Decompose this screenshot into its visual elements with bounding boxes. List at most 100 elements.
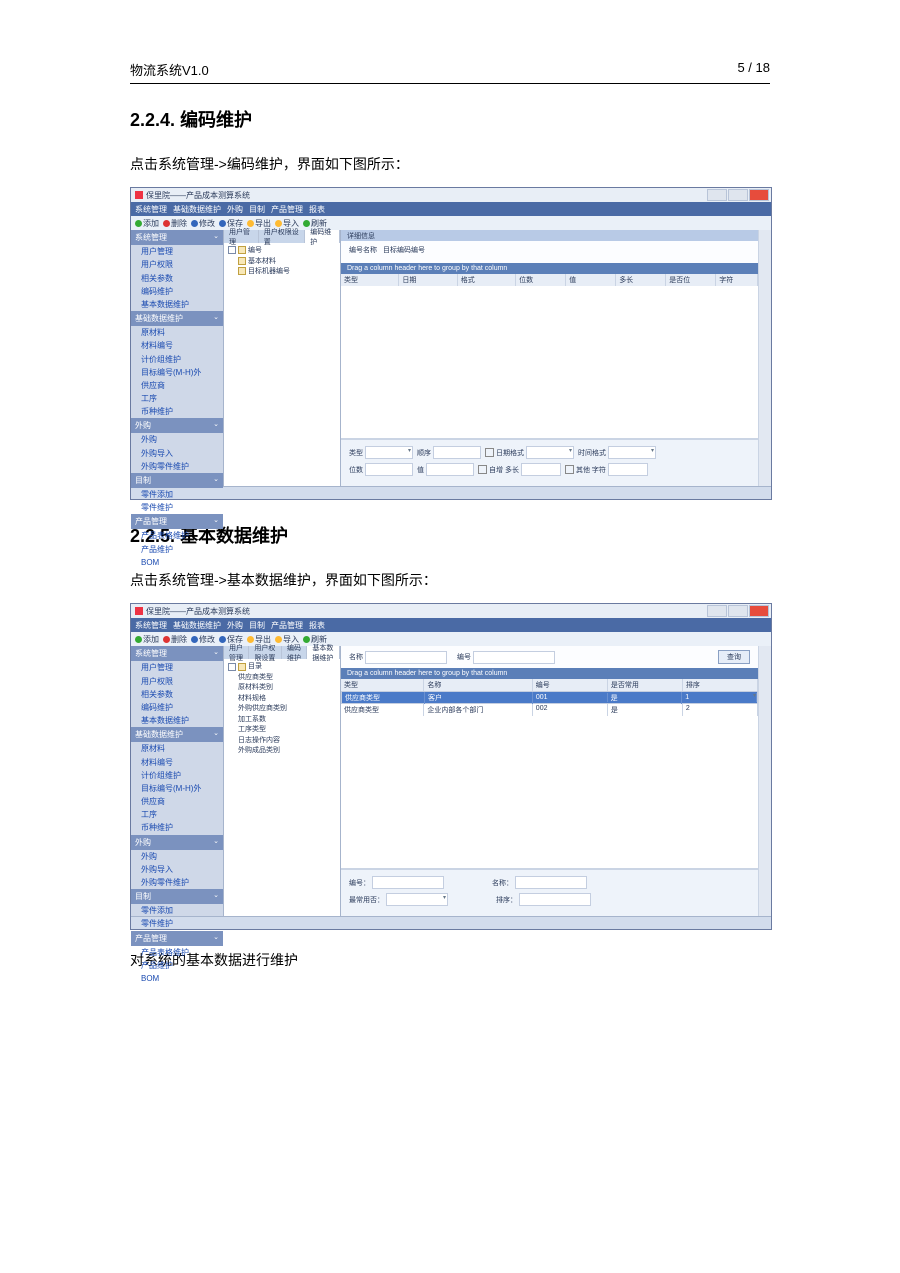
nav-item[interactable]: 外购	[131, 850, 223, 863]
min-button[interactable]	[707, 189, 727, 201]
menu-item[interactable]: 目制	[249, 204, 265, 215]
max-button[interactable]	[728, 605, 748, 617]
max-button[interactable]	[728, 189, 748, 201]
nav-item[interactable]: 产品维护	[131, 959, 223, 972]
checkbox[interactable]	[478, 465, 487, 474]
tree-node[interactable]: 供应商类型	[228, 673, 336, 684]
tree-root[interactable]: 目录	[228, 662, 336, 673]
nav-item[interactable]: 目标编号(M-H)外	[131, 782, 223, 795]
nav-item[interactable]: 用户权限	[131, 675, 223, 688]
col-header[interactable]: 是否常用	[608, 679, 683, 691]
nav-item[interactable]: 计价组维护	[131, 769, 223, 782]
nav-item[interactable]: 产品表格维护	[131, 529, 223, 542]
tree-node[interactable]: 工序类型	[228, 725, 336, 736]
autolen-input[interactable]	[521, 463, 561, 476]
nav-item[interactable]: 原材料	[131, 326, 223, 339]
nav-group-header[interactable]: 外购⌄	[131, 835, 223, 850]
col-header[interactable]: 名称	[424, 679, 532, 691]
tree-node[interactable]: 加工系数	[228, 715, 336, 726]
col-header[interactable]: 字符	[716, 274, 758, 286]
nav-group-header[interactable]: 系统管理⌄	[131, 646, 223, 661]
otherchar-input[interactable]	[608, 463, 648, 476]
form-no-input[interactable]	[372, 876, 444, 889]
nav-group-header[interactable]: 目制⌄	[131, 473, 223, 488]
table-row-selected[interactable]: 供应商类型 客户 001 是 1	[341, 691, 758, 704]
menu-item[interactable]: 产品管理	[271, 620, 303, 631]
menu-item[interactable]: 系统管理	[135, 204, 167, 215]
table-row[interactable]: 供应商类型 企业内部各个部门 002 是 2	[341, 704, 758, 716]
nav-item[interactable]: 相关参数	[131, 688, 223, 701]
nav-item[interactable]: 零件添加	[131, 904, 223, 917]
nav-item[interactable]: 供应商	[131, 379, 223, 392]
tab[interactable]: 用户权限设置	[249, 646, 282, 659]
tree-root[interactable]: 编号	[228, 246, 336, 257]
edit-button[interactable]: 修改	[191, 218, 215, 229]
nav-group-header[interactable]: 产品管理⌄	[131, 931, 223, 946]
no-input[interactable]	[473, 651, 555, 664]
tab[interactable]: 用户管理	[224, 646, 249, 659]
nav-group-header[interactable]: 目制⌄	[131, 889, 223, 904]
col-header[interactable]: 位数	[516, 274, 566, 286]
nav-group-header[interactable]: 产品管理⌄	[131, 514, 223, 529]
nav-item[interactable]: BOM	[131, 556, 223, 569]
delete-button[interactable]: 删除	[163, 634, 187, 645]
nav-item[interactable]: 供应商	[131, 795, 223, 808]
nav-item[interactable]: 用户管理	[131, 245, 223, 258]
tree-node[interactable]: 基本材料	[228, 257, 336, 268]
nav-item[interactable]: 基本数据维护	[131, 298, 223, 311]
tree-node[interactable]: 外购供应商类别	[228, 704, 336, 715]
tree-node[interactable]: 原材料类别	[228, 683, 336, 694]
nav-item[interactable]: 外购	[131, 433, 223, 446]
form-name-input[interactable]	[515, 876, 587, 889]
timefmt-select[interactable]	[608, 446, 656, 459]
seq-input[interactable]	[433, 446, 481, 459]
tree-node[interactable]: 目标机器编号	[228, 267, 336, 278]
digits-input[interactable]	[365, 463, 413, 476]
grid-body[interactable]	[341, 716, 758, 869]
nav-item[interactable]: 外购零件维护	[131, 876, 223, 889]
nav-item[interactable]: 工序	[131, 392, 223, 405]
min-button[interactable]	[707, 605, 727, 617]
col-header[interactable]: 类型	[341, 679, 424, 691]
search-button[interactable]: 查询	[718, 650, 750, 664]
type-select[interactable]	[365, 446, 413, 459]
form-sort-input[interactable]	[519, 893, 591, 906]
grid-body[interactable]	[341, 286, 758, 439]
edit-button[interactable]: 修改	[191, 634, 215, 645]
grid-group-hint[interactable]: Drag a column header here to group by th…	[341, 263, 758, 274]
add-button[interactable]: 添加	[135, 218, 159, 229]
datefmt-select[interactable]	[526, 446, 574, 459]
nav-item[interactable]: 计价组维护	[131, 353, 223, 366]
tab-active[interactable]: 基本数据维护	[307, 646, 340, 659]
nav-item[interactable]: 材料编号	[131, 756, 223, 769]
nav-item[interactable]: 工序	[131, 808, 223, 821]
nav-item[interactable]: 相关参数	[131, 272, 223, 285]
scrollbar[interactable]	[758, 230, 771, 486]
checkbox[interactable]	[565, 465, 574, 474]
tab[interactable]: 用户权限设置	[259, 230, 306, 243]
nav-item[interactable]: 零件维护	[131, 917, 223, 930]
tree-node[interactable]: 外购成品类别	[228, 746, 336, 757]
menu-item[interactable]: 产品管理	[271, 204, 303, 215]
nav-item[interactable]: 币种维护	[131, 405, 223, 418]
menu-item[interactable]: 外购	[227, 620, 243, 631]
col-header[interactable]: 是否位	[666, 274, 716, 286]
tab[interactable]: 用户管理	[224, 230, 259, 243]
name-input[interactable]	[365, 651, 447, 664]
nav-group-header[interactable]: 基础数据维护⌄	[131, 727, 223, 742]
nav-item[interactable]: 外购导入	[131, 863, 223, 876]
col-header[interactable]: 类型	[341, 274, 399, 286]
nav-group-header[interactable]: 基础数据维护⌄	[131, 311, 223, 326]
scrollbar[interactable]	[758, 646, 771, 916]
form-common-select[interactable]	[386, 893, 448, 906]
col-header[interactable]: 排序	[683, 679, 758, 691]
close-button[interactable]	[749, 605, 769, 617]
nav-item[interactable]: BOM	[131, 972, 223, 985]
nav-item[interactable]: 用户权限	[131, 258, 223, 271]
col-header[interactable]: 日期	[399, 274, 457, 286]
tab[interactable]: 编码维护	[282, 646, 307, 659]
col-header[interactable]: 多长	[616, 274, 666, 286]
col-header[interactable]: 值	[566, 274, 616, 286]
nav-item[interactable]: 外购零件维护	[131, 460, 223, 473]
nav-item[interactable]: 基本数据维护	[131, 714, 223, 727]
